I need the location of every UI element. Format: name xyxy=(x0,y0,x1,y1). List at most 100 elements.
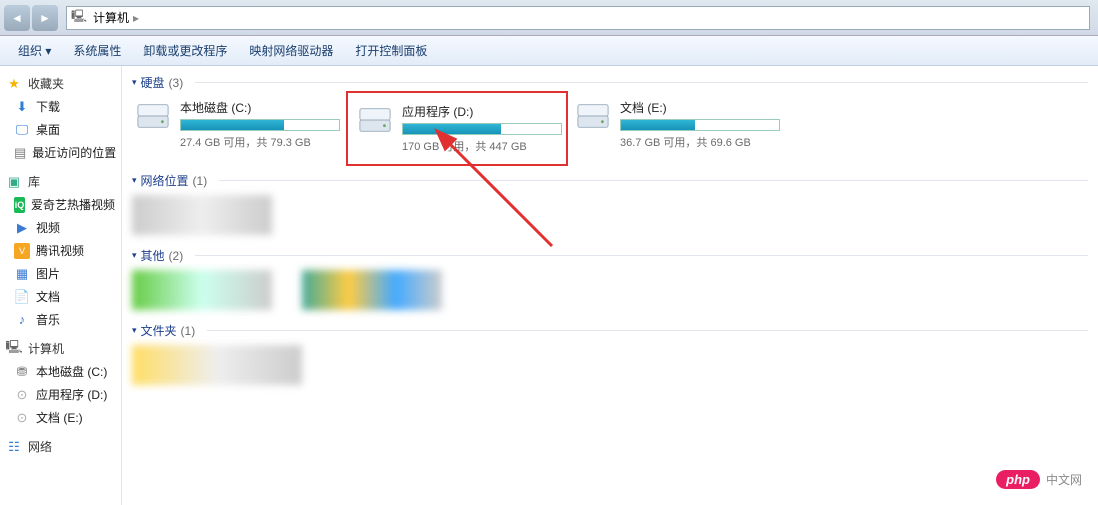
breadcrumb[interactable]: 计算机 ▸ xyxy=(87,9,145,26)
breadcrumb-label: 计算机 xyxy=(93,9,129,26)
divider xyxy=(219,180,1088,181)
blurred-item[interactable] xyxy=(302,270,442,310)
section-count: (1) xyxy=(193,174,208,188)
sidebar-item-downloads[interactable]: ⬇下载 xyxy=(0,95,121,118)
sidebar-item-music[interactable]: ♪ 音乐 xyxy=(0,308,121,331)
blurred-item[interactable] xyxy=(132,345,302,385)
sidebar-item-video[interactable]: ▶ 视频 xyxy=(0,216,121,239)
drive-icon: ⛃ xyxy=(14,364,30,380)
iqiyi-icon: iQ xyxy=(14,197,25,213)
chevron-right-icon: ▸ xyxy=(133,11,139,25)
section-title: 硬盘 xyxy=(141,74,165,91)
sidebar-item-label: 文档 xyxy=(36,288,60,305)
sidebar-libraries-header[interactable]: ▣库 xyxy=(0,170,121,193)
sidebar-item-label: 爱奇艺热播视频 xyxy=(31,196,115,213)
sidebar-item-label: 视频 xyxy=(36,219,60,236)
section-count: (3) xyxy=(169,76,184,90)
drive-icon xyxy=(574,99,612,133)
music-icon: ♪ xyxy=(14,312,30,328)
drive-name: 文档 (E:) xyxy=(620,99,780,116)
blurred-item[interactable] xyxy=(132,270,272,310)
sidebar-item-label: 本地磁盘 (C:) xyxy=(36,363,107,380)
collapse-icon: ▾ xyxy=(132,250,137,261)
sidebar-item-label: 桌面 xyxy=(36,121,60,138)
sidebar-item-label: 腾讯视频 xyxy=(36,242,84,259)
document-icon: 📄 xyxy=(14,289,30,305)
sidebar-item-label: 文档 (E:) xyxy=(36,409,83,426)
sidebar-item-label: 音乐 xyxy=(36,311,60,328)
php-badge: php xyxy=(996,470,1040,489)
network-icon: ☷ xyxy=(6,439,22,455)
sidebar-favorites-header[interactable]: ★ 收藏夹 xyxy=(0,72,121,95)
section-title: 其他 xyxy=(141,247,165,264)
sidebar-item-pictures[interactable]: ▦图片 xyxy=(0,262,121,285)
sidebar-item-drive-e[interactable]: ⊙ 文档 (E:) xyxy=(0,406,121,429)
blurred-item[interactable] xyxy=(132,195,272,235)
sidebar-item-label: 计算机 xyxy=(28,340,64,357)
section-header-netloc[interactable]: ▾ 网络位置 (1) xyxy=(132,172,1088,189)
drive-capacity-text: 170 GB 可用，共 447 GB xyxy=(402,138,562,154)
collapse-icon: ▾ xyxy=(132,175,137,186)
titlebar: ◄ ► 🖳 计算机 ▸ xyxy=(0,0,1098,36)
video-icon: ▶ xyxy=(14,220,30,236)
nav-forward-button[interactable]: ► xyxy=(32,5,58,31)
divider xyxy=(195,82,1088,83)
toolbar: 组织 ▾ 系统属性 卸载或更改程序 映射网络驱动器 打开控制面板 xyxy=(0,36,1098,66)
section-header-hdd[interactable]: ▾ 硬盘 (3) xyxy=(132,74,1088,91)
watermark-text: 中文网 xyxy=(1046,471,1082,488)
sidebar-item-tencent-video[interactable]: V 腾讯视频 xyxy=(0,239,121,262)
sidebar-item-label: 收藏夹 xyxy=(28,75,64,92)
drive-icon xyxy=(134,99,172,133)
section-header-other[interactable]: ▾ 其他 (2) xyxy=(132,247,1088,264)
section-count: (2) xyxy=(169,249,184,263)
sidebar-item-label: 网络 xyxy=(28,438,52,455)
computer-icon: 🖳 xyxy=(71,7,87,28)
content-pane: ▾ 硬盘 (3) 本地磁盘 (C:) 27.4 GB 可用，共 79.3 GB … xyxy=(122,66,1098,505)
map-network-drive-button[interactable]: 映射网络驱动器 xyxy=(239,38,343,63)
drive-item[interactable]: 应用程序 (D:) 170 GB 可用，共 447 GB xyxy=(352,97,562,160)
address-bar[interactable]: 🖳 计算机 ▸ xyxy=(66,6,1090,30)
section-header-folders[interactable]: ▾ 文件夹 (1) xyxy=(132,322,1088,339)
capacity-bar xyxy=(402,123,562,135)
sidebar-item-recent[interactable]: ▤ 最近访问的位置 xyxy=(0,141,121,164)
drive-name: 应用程序 (D:) xyxy=(402,103,562,120)
organize-menu[interactable]: 组织 ▾ xyxy=(8,38,61,63)
sidebar-item-label: 库 xyxy=(28,173,40,190)
nav-back-button[interactable]: ◄ xyxy=(4,5,30,31)
drive-item[interactable]: 文档 (E:) 36.7 GB 可用，共 69.6 GB xyxy=(572,97,782,160)
sidebar-item-label: 下载 xyxy=(36,98,60,115)
drive-capacity-text: 27.4 GB 可用，共 79.3 GB xyxy=(180,134,340,150)
sidebar-item-label: 应用程序 (D:) xyxy=(36,386,107,403)
open-control-panel-button[interactable]: 打开控制面板 xyxy=(345,38,437,63)
collapse-icon: ▾ xyxy=(132,77,137,88)
sidebar-item-drive-c[interactable]: ⛃ 本地磁盘 (C:) xyxy=(0,360,121,383)
sidebar-item-desktop[interactable]: 🖵 桌面 xyxy=(0,118,121,141)
drive-capacity-text: 36.7 GB 可用，共 69.6 GB xyxy=(620,134,780,150)
collapse-icon: ▾ xyxy=(132,325,137,336)
uninstall-programs-button[interactable]: 卸载或更改程序 xyxy=(133,38,237,63)
sidebar-item-label: 图片 xyxy=(36,265,60,282)
system-properties-button[interactable]: 系统属性 xyxy=(63,38,131,63)
library-icon: ▣ xyxy=(6,174,22,190)
star-icon: ★ xyxy=(6,76,22,92)
divider xyxy=(195,255,1088,256)
section-title: 网络位置 xyxy=(141,172,189,189)
drive-name: 本地磁盘 (C:) xyxy=(180,99,340,116)
sidebar-item-label: 最近访问的位置 xyxy=(32,144,116,161)
drive-icon: ⊙ xyxy=(14,410,30,426)
section-count: (1) xyxy=(181,324,196,338)
recent-icon: ▤ xyxy=(14,145,26,161)
sidebar-computer-header[interactable]: 🖳 计算机 xyxy=(0,337,121,360)
computer-icon: 🖳 xyxy=(6,341,22,357)
sidebar-network-header[interactable]: ☷ 网络 xyxy=(0,435,121,458)
sidebar-item-drive-d[interactable]: ⊙应用程序 (D:) xyxy=(0,383,121,406)
section-title: 文件夹 xyxy=(141,322,177,339)
tencent-icon: V xyxy=(14,243,30,259)
sidebar-item-documents[interactable]: 📄 文档 xyxy=(0,285,121,308)
sidebar-item-iqiyi[interactable]: iQ 爱奇艺热播视频 xyxy=(0,193,121,216)
desktop-icon: 🖵 xyxy=(14,122,30,138)
drive-item[interactable]: 本地磁盘 (C:) 27.4 GB 可用，共 79.3 GB xyxy=(132,97,342,160)
drive-icon xyxy=(356,103,394,137)
sidebar: ★收藏夹 ⬇下载 🖵桌面 ▤最近访问的位置 ▣库 iQ爱奇艺热播视频 ▶视频 V… xyxy=(0,66,122,505)
capacity-bar xyxy=(180,119,340,131)
